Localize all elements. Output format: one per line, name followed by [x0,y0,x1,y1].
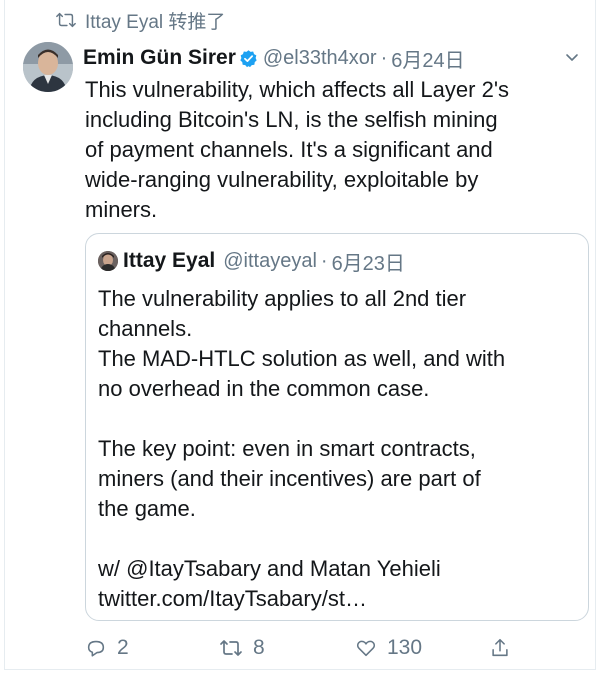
author-name[interactable]: Emin Gün Sirer [83,46,236,70]
tweet-text-line: of payment channels. It's a significant … [85,137,493,162]
reply-button[interactable]: 2 [85,632,129,664]
quoted-text-line: w/ @ItayTsabary and Matan Yehieli [98,556,441,581]
quoted-text-blank-line [98,524,578,554]
quoted-text-line: the game. [98,496,196,521]
heart-icon [356,640,376,657]
quoted-link[interactable]: twitter.com/ItayTsabary/st… [98,584,578,614]
author-handle[interactable]: @el33th4xor [263,47,377,70]
share-button[interactable] [489,632,511,664]
like-count: 130 [387,636,423,659]
quoted-text-line: no overhead in the common case. [98,376,430,401]
retweet-icon [220,640,242,656]
quoted-text-line: The key point: even in smart contracts, [98,436,476,461]
tweet-text-line: wide-ranging vulnerability, exploitable … [85,167,479,192]
quoted-avatar-image [98,251,118,271]
tweet-card[interactable]: Ittay Eyal 转推了 Emin Gün Sirer @el33th4xo… [4,0,596,670]
quoted-tweet[interactable]: Ittay Eyal @ittayeyal · 6月23日 The vulner… [85,233,589,621]
retweet-context: Ittay Eyal 转推了 [55,6,225,34]
retweet-button[interactable]: 8 [219,632,265,664]
retweet-icon [56,12,76,28]
quoted-text-line: miners (and their incentives) are part o… [98,466,481,491]
reply-count: 2 [117,636,129,659]
tweet-text-line: This vulnerability, which affects all La… [85,77,510,102]
tweet-text: This vulnerability, which affects all La… [85,75,585,225]
tweet-date[interactable]: 6月24日 [391,44,464,73]
avatar[interactable] [23,42,73,92]
tweet-actions: 2 8 130 [85,632,545,664]
quoted-author-handle: @ittayeyal [223,249,317,272]
chevron-down-icon[interactable] [563,50,581,64]
quoted-author-name: Ittay Eyal [123,249,216,272]
quoted-text-blank-line [98,404,578,434]
tweet-text-line: including Bitcoin's LN, is the selfish m… [85,107,498,132]
verified-badge-icon [240,49,257,67]
quoted-text-line: The vulnerability applies to all 2nd tie… [98,286,467,311]
quoted-tweet-text: The vulnerability applies to all 2nd tie… [98,284,578,614]
quoted-text-line: The MAD-HTLC solution as well, and with [98,346,506,371]
tweet-header: Emin Gün Sirer @el33th4xor · 6月24日 [83,42,465,74]
reply-icon [87,640,105,657]
separator-dot: · [380,46,388,69]
quoted-avatar [98,251,118,271]
quoted-text-line: channels. [98,316,193,341]
avatar-image [23,42,73,92]
retweet-count: 8 [253,636,265,659]
share-icon [492,638,508,657]
quoted-tweet-header: Ittay Eyal @ittayeyal · 6月23日 [98,246,405,276]
tweet-text-line: miners. [85,197,158,222]
quoted-separator-dot: · [320,249,328,272]
quoted-tweet-date: 6月23日 [331,252,405,275]
retweet-context-text[interactable]: Ittay Eyal 转推了 [85,7,225,34]
like-button[interactable]: 130 [355,632,422,664]
